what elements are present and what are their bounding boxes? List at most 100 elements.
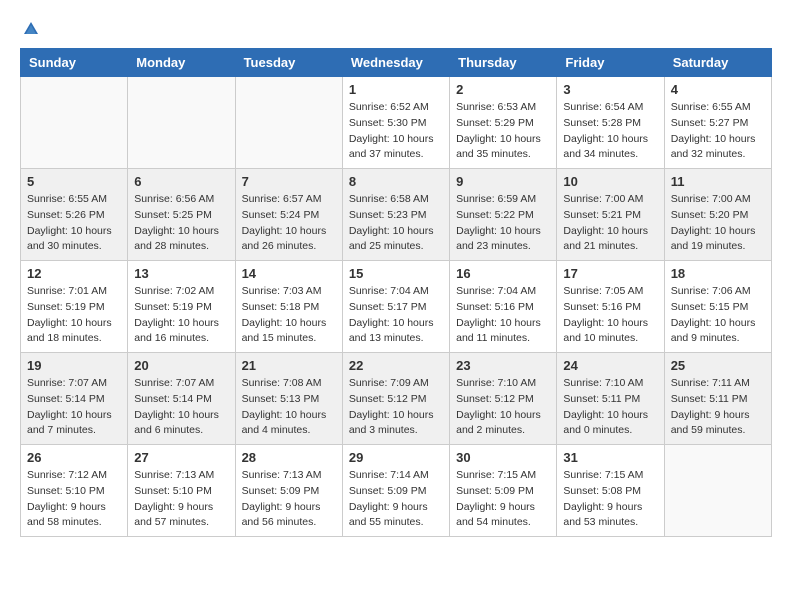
calendar-cell: 22Sunrise: 7:09 AMSunset: 5:12 PMDayligh… <box>342 353 449 445</box>
day-info: Sunrise: 7:04 AMSunset: 5:16 PMDaylight:… <box>456 284 550 347</box>
day-number: 15 <box>349 266 443 281</box>
day-info: Sunrise: 7:00 AMSunset: 5:20 PMDaylight:… <box>671 192 765 255</box>
day-info: Sunrise: 7:01 AMSunset: 5:19 PMDaylight:… <box>27 284 121 347</box>
day-info: Sunrise: 7:04 AMSunset: 5:17 PMDaylight:… <box>349 284 443 347</box>
logo <box>20 20 40 38</box>
day-info: Sunrise: 6:52 AMSunset: 5:30 PMDaylight:… <box>349 100 443 163</box>
logo-icon <box>22 20 40 38</box>
day-info: Sunrise: 6:55 AMSunset: 5:26 PMDaylight:… <box>27 192 121 255</box>
day-info: Sunrise: 6:59 AMSunset: 5:22 PMDaylight:… <box>456 192 550 255</box>
calendar-cell: 5 Sunrise: 6:55 AMSunset: 5:26 PMDaylight… <box>21 169 128 261</box>
day-info: Sunrise: 7:13 AMSunset: 5:09 PMDaylight:… <box>242 468 336 531</box>
day-number: 20 <box>134 358 228 373</box>
day-info: Sunrise: 6:55 AMSunset: 5:27 PMDaylight:… <box>671 100 765 163</box>
day-number: 4 <box>671 82 765 97</box>
calendar-cell: 9 Sunrise: 6:59 AMSunset: 5:22 PMDaylight… <box>450 169 557 261</box>
day-number: 26 <box>27 450 121 465</box>
day-number: 5 <box>27 174 121 189</box>
day-number: 29 <box>349 450 443 465</box>
calendar-cell: 4 Sunrise: 6:55 AMSunset: 5:27 PMDaylight… <box>664 77 771 169</box>
day-info: Sunrise: 7:12 AMSunset: 5:10 PMDaylight:… <box>27 468 121 531</box>
day-number: 16 <box>456 266 550 281</box>
day-number: 28 <box>242 450 336 465</box>
calendar-cell: 12Sunrise: 7:01 AMSunset: 5:19 PMDayligh… <box>21 261 128 353</box>
day-info: Sunrise: 7:14 AMSunset: 5:09 PMDaylight:… <box>349 468 443 531</box>
weekday-header-friday: Friday <box>557 49 664 77</box>
calendar-cell: 8 Sunrise: 6:58 AMSunset: 5:23 PMDaylight… <box>342 169 449 261</box>
day-number: 6 <box>134 174 228 189</box>
calendar: SundayMondayTuesdayWednesdayThursdayFrid… <box>20 48 772 537</box>
calendar-week-row: 1 Sunrise: 6:52 AMSunset: 5:30 PMDaylight… <box>21 77 772 169</box>
day-info: Sunrise: 7:11 AMSunset: 5:11 PMDaylight:… <box>671 376 765 439</box>
day-number: 2 <box>456 82 550 97</box>
day-info: Sunrise: 6:54 AMSunset: 5:28 PMDaylight:… <box>563 100 657 163</box>
day-number: 24 <box>563 358 657 373</box>
day-number: 13 <box>134 266 228 281</box>
calendar-cell: 11 Sunrise: 7:00 AMSunset: 5:20 PMDayligh… <box>664 169 771 261</box>
day-number: 17 <box>563 266 657 281</box>
calendar-cell: 28 Sunrise: 7:13 AMSunset: 5:09 PMDayligh… <box>235 445 342 537</box>
day-info: Sunrise: 6:53 AMSunset: 5:29 PMDaylight:… <box>456 100 550 163</box>
calendar-cell: 18Sunrise: 7:06 AMSunset: 5:15 PMDayligh… <box>664 261 771 353</box>
calendar-cell: 19Sunrise: 7:07 AMSunset: 5:14 PMDayligh… <box>21 353 128 445</box>
calendar-cell: 15 Sunrise: 7:04 AMSunset: 5:17 PMDayligh… <box>342 261 449 353</box>
day-number: 27 <box>134 450 228 465</box>
day-number: 23 <box>456 358 550 373</box>
day-number: 21 <box>242 358 336 373</box>
weekday-header-sunday: Sunday <box>21 49 128 77</box>
calendar-cell <box>128 77 235 169</box>
calendar-cell: 14 Sunrise: 7:03 AMSunset: 5:18 PMDayligh… <box>235 261 342 353</box>
calendar-cell: 16 Sunrise: 7:04 AMSunset: 5:16 PMDayligh… <box>450 261 557 353</box>
day-number: 11 <box>671 174 765 189</box>
calendar-cell: 7 Sunrise: 6:57 AMSunset: 5:24 PMDaylight… <box>235 169 342 261</box>
calendar-cell: 17 Sunrise: 7:05 AMSunset: 5:16 PMDayligh… <box>557 261 664 353</box>
weekday-header-monday: Monday <box>128 49 235 77</box>
day-number: 14 <box>242 266 336 281</box>
day-number: 3 <box>563 82 657 97</box>
day-number: 31 <box>563 450 657 465</box>
calendar-cell: 30Sunrise: 7:15 AMSunset: 5:09 PMDayligh… <box>450 445 557 537</box>
day-number: 22 <box>349 358 443 373</box>
calendar-week-row: 26 Sunrise: 7:12 AMSunset: 5:10 PMDayligh… <box>21 445 772 537</box>
day-info: Sunrise: 7:07 AMSunset: 5:14 PMDaylight:… <box>27 376 121 439</box>
calendar-cell <box>235 77 342 169</box>
calendar-cell: 2 Sunrise: 6:53 AMSunset: 5:29 PMDaylight… <box>450 77 557 169</box>
day-number: 7 <box>242 174 336 189</box>
calendar-cell: 3 Sunrise: 6:54 AMSunset: 5:28 PMDaylight… <box>557 77 664 169</box>
calendar-cell <box>21 77 128 169</box>
day-info: Sunrise: 6:57 AMSunset: 5:24 PMDaylight:… <box>242 192 336 255</box>
weekday-header-tuesday: Tuesday <box>235 49 342 77</box>
day-info: Sunrise: 7:10 AMSunset: 5:11 PMDaylight:… <box>563 376 657 439</box>
day-info: Sunrise: 7:13 AMSunset: 5:10 PMDaylight:… <box>134 468 228 531</box>
calendar-week-row: 5 Sunrise: 6:55 AMSunset: 5:26 PMDaylight… <box>21 169 772 261</box>
calendar-cell: 26 Sunrise: 7:12 AMSunset: 5:10 PMDayligh… <box>21 445 128 537</box>
calendar-cell: 10 Sunrise: 7:00 AMSunset: 5:21 PMDayligh… <box>557 169 664 261</box>
calendar-week-row: 12Sunrise: 7:01 AMSunset: 5:19 PMDayligh… <box>21 261 772 353</box>
calendar-header-row: SundayMondayTuesdayWednesdayThursdayFrid… <box>21 49 772 77</box>
calendar-cell: 27 Sunrise: 7:13 AMSunset: 5:10 PMDayligh… <box>128 445 235 537</box>
calendar-cell <box>664 445 771 537</box>
day-info: Sunrise: 7:08 AMSunset: 5:13 PMDaylight:… <box>242 376 336 439</box>
day-info: Sunrise: 7:05 AMSunset: 5:16 PMDaylight:… <box>563 284 657 347</box>
day-info: Sunrise: 6:58 AMSunset: 5:23 PMDaylight:… <box>349 192 443 255</box>
day-number: 1 <box>349 82 443 97</box>
day-number: 30 <box>456 450 550 465</box>
day-info: Sunrise: 7:15 AMSunset: 5:08 PMDaylight:… <box>563 468 657 531</box>
calendar-cell: 24 Sunrise: 7:10 AMSunset: 5:11 PMDayligh… <box>557 353 664 445</box>
calendar-cell: 31 Sunrise: 7:15 AMSunset: 5:08 PMDayligh… <box>557 445 664 537</box>
calendar-cell: 29 Sunrise: 7:14 AMSunset: 5:09 PMDayligh… <box>342 445 449 537</box>
day-number: 9 <box>456 174 550 189</box>
day-info: Sunrise: 6:56 AMSunset: 5:25 PMDaylight:… <box>134 192 228 255</box>
day-number: 18 <box>671 266 765 281</box>
day-info: Sunrise: 7:00 AMSunset: 5:21 PMDaylight:… <box>563 192 657 255</box>
day-number: 25 <box>671 358 765 373</box>
calendar-cell: 6 Sunrise: 6:56 AMSunset: 5:25 PMDaylight… <box>128 169 235 261</box>
day-number: 8 <box>349 174 443 189</box>
weekday-header-thursday: Thursday <box>450 49 557 77</box>
calendar-cell: 25 Sunrise: 7:11 AMSunset: 5:11 PMDayligh… <box>664 353 771 445</box>
calendar-cell: 21 Sunrise: 7:08 AMSunset: 5:13 PMDayligh… <box>235 353 342 445</box>
day-number: 10 <box>563 174 657 189</box>
day-info: Sunrise: 7:03 AMSunset: 5:18 PMDaylight:… <box>242 284 336 347</box>
calendar-week-row: 19Sunrise: 7:07 AMSunset: 5:14 PMDayligh… <box>21 353 772 445</box>
weekday-header-saturday: Saturday <box>664 49 771 77</box>
